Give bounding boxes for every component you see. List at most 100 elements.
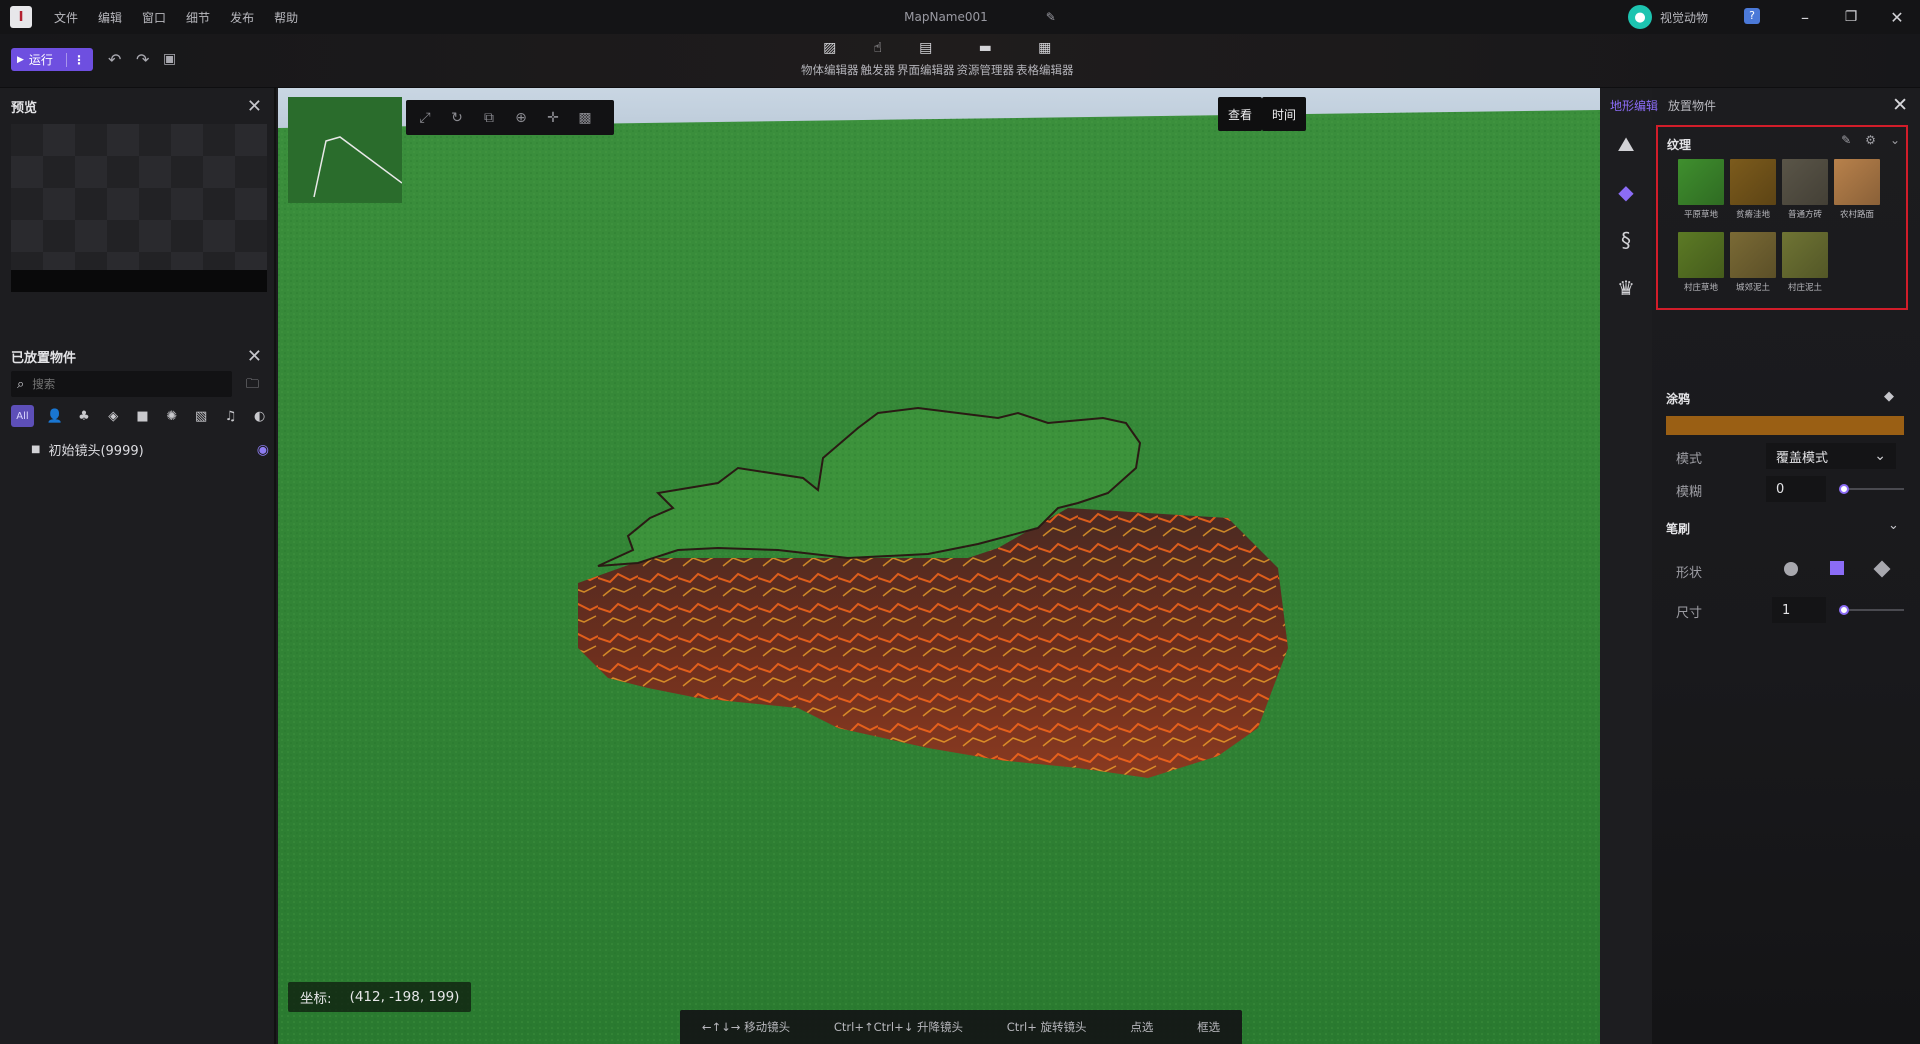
hint-lift-camera: Ctrl+↑Ctrl+↓ 升降镜头 [833,1020,963,1034]
terrain-height-icon[interactable]: ⛰ [1614,132,1638,156]
size-input[interactable]: 1 [1772,597,1826,623]
square-brush-icon[interactable] [1830,561,1844,575]
tab-terrain-edit[interactable]: 地形编辑 [1610,97,1658,114]
texture-tile[interactable]: 农村路面 [1834,159,1880,220]
menu-file[interactable]: 文件 [44,9,88,26]
play-icon: ▶ [17,54,24,65]
placed-title: 已放置物件 [11,350,77,366]
menu-edit[interactable]: 编辑 [88,9,132,26]
scene-viewport[interactable]: ⤢ ↻ ⧉ ⊕ ✛ ▩ 查看 时间 坐标: (412, -198, 199) ←… [278,88,1600,1044]
tree-filter-icon[interactable]: ♣ [69,405,98,427]
search-input[interactable] [32,377,213,391]
fullscreen-icon[interactable]: ⤢ [416,110,434,126]
rotate-icon[interactable]: ↻ [448,110,466,126]
undo-icon[interactable]: ↶ [108,50,121,69]
chevron-down-icon[interactable]: ⌄ [1890,133,1900,147]
folder-icon[interactable]: 🗀 [246,375,259,397]
cube-filter-icon[interactable]: ◈ [99,405,128,427]
coordinate-readout: 坐标: (412, -198, 199) [288,982,472,1012]
filter-all[interactable]: All [11,405,34,427]
left-sidebar: 预览 ✕ 已放置物件 ✕ [0,88,276,1044]
object-editor-button[interactable]: ▨ 物体编辑器 [801,40,859,78]
gear-icon[interactable]: ⚙ [1865,133,1876,147]
close-window-button[interactable]: ✕ [1874,0,1920,34]
menu-help[interactable]: 帮助 [264,9,308,26]
frame-icon[interactable]: ⧉ [480,110,498,126]
app-logo: I [10,6,32,28]
light-filter-icon[interactable]: ◐ [245,405,274,427]
mode-dropdown[interactable]: 覆盖模式 ⌄ [1766,443,1896,469]
sound-filter-icon[interactable]: ♫ [216,405,245,427]
texture-paint-icon[interactable]: ◆ [1614,180,1638,204]
menu-window[interactable]: 窗口 [132,9,176,26]
ui-editor-button[interactable]: ▤ 界面编辑器 [897,40,955,78]
edit-name-icon[interactable]: ✎ [1046,10,1056,24]
terrain-scene[interactable] [278,88,1600,1044]
grid-icon[interactable]: ▩ [576,110,594,126]
texture-grid: 平原草地 贫瘠洼地 普通方砖 农村路面 村庄草地 城郊泥土 村庄泥土 [1678,159,1880,293]
save-icon[interactable]: ▣ [163,51,176,67]
close-placed-icon[interactable]: ✕ [247,346,262,367]
mode-label: 模式 [1676,452,1703,467]
camera-filter-icon[interactable]: ■ [128,405,157,427]
move-icon[interactable]: ✛ [544,110,562,126]
view-button[interactable]: 查看 [1218,97,1263,131]
target-icon[interactable]: ⊕ [512,110,530,126]
tree-item-camera[interactable]: ■ 初始镜头(9999) ◉ [31,440,269,460]
object-editor-icon: ▨ [823,40,837,56]
eraser-icon[interactable]: ◆ [1884,389,1894,404]
search-box[interactable]: ⌕ [11,371,232,397]
size-slider[interactable] [1839,605,1904,615]
run-button[interactable]: ▶ 运行 ⋮ [11,48,93,71]
right-tabs: 地形编辑 放置物件 ✕ [1600,88,1920,122]
blur-slider-knob[interactable] [1839,484,1849,494]
trigger-button[interactable]: ☝ 触发器 [861,40,896,78]
texture-name: 普通方砖 [1787,210,1822,220]
path-tool-icon[interactable]: § [1614,228,1638,252]
minimap[interactable] [288,97,403,203]
menu-publish[interactable]: 发布 [220,9,264,26]
asset-manager-button[interactable]: ▬ 资源管理器 [957,40,1015,78]
close-right-panel-icon[interactable]: ✕ [1892,94,1908,116]
region-filter-icon[interactable]: ▧ [186,405,215,427]
texture-tile[interactable]: 村庄泥土 [1782,232,1828,293]
texture-tile[interactable]: 平原草地 [1678,159,1724,220]
search-icon: ⌕ [17,376,25,392]
help-icon[interactable]: ? [1744,8,1760,24]
eyedropper-icon[interactable]: ✎ [1841,133,1851,147]
tab-place-objects[interactable]: 放置物件 [1668,97,1716,114]
person-filter-icon[interactable]: 👤 [40,405,69,427]
texture-tile[interactable]: 贫瘠洼地 [1730,159,1776,220]
texture-section: 纹理 ✎ ⚙ ⌄ 平原草地 贫瘠洼地 普通方砖 农村路面 村庄草地 城郊泥土 村… [1656,125,1908,310]
circle-brush-icon[interactable] [1784,562,1798,576]
minimize-button[interactable]: – [1782,0,1828,34]
paint-color-bar[interactable] [1666,416,1904,435]
menu-detail[interactable]: 细节 [176,9,220,26]
texture-tile[interactable]: 普通方砖 [1782,159,1828,220]
texture-tile[interactable]: 村庄草地 [1678,232,1724,293]
time-button[interactable]: 时间 [1262,97,1307,131]
trigger-icon: ☝ [873,40,883,56]
blur-input[interactable]: 0 [1766,476,1826,502]
user-name: 视觉动物 [1659,10,1708,25]
table-editor-button[interactable]: ▦ 表格编辑器 [1016,40,1074,78]
run-options-icon[interactable]: ⋮ [66,52,85,67]
texture-swatch [1782,159,1828,205]
redo-icon[interactable]: ↷ [136,50,149,69]
object-editor-label: 物体编辑器 [801,63,859,77]
chevron-down-icon[interactable]: ⌄ [1888,518,1899,533]
foliage-tool-icon[interactable]: ♛ [1614,276,1638,300]
effect-filter-icon[interactable]: ✺ [157,405,186,427]
close-preview-icon[interactable]: ✕ [247,96,262,117]
coord-value: (412, -198, 199) [349,989,460,1005]
texture-tile[interactable]: 城郊泥土 [1730,232,1776,293]
avatar[interactable]: ● [1627,5,1652,29]
tree-item-label: 初始镜头(9999) [48,444,144,459]
restore-button[interactable]: ❐ [1828,0,1874,34]
texture-swatch [1730,159,1776,205]
texture-name: 平原草地 [1683,210,1718,220]
user-info[interactable]: ● 视觉动物 [1627,5,1708,29]
blur-slider[interactable] [1839,484,1904,494]
size-slider-knob[interactable] [1839,605,1849,615]
visibility-eye-icon[interactable]: ◉ [257,442,269,458]
